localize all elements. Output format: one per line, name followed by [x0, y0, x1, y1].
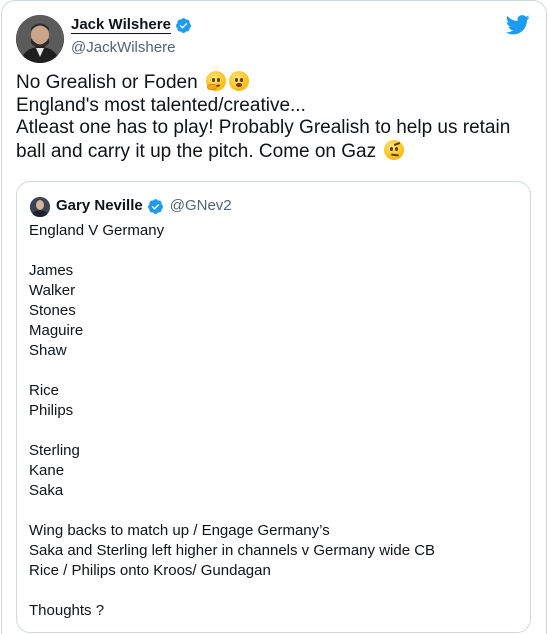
tweet-text-line: ball and carry it up the pitch. Come on … [16, 139, 536, 164]
thinking-face-emoji [205, 71, 226, 91]
embedded-tweet-card[interactable]: Jack Wilshere @JackWilshere No Grealish … [1, 0, 547, 634]
quoted-text-line: Wing backs to match up / Engage Germany’… [29, 522, 330, 539]
quoted-text-line: Stones [29, 302, 76, 319]
profile-photo [30, 197, 50, 217]
author-handle[interactable]: @JackWilshere [71, 39, 175, 56]
quoted-text-line: Rice [29, 382, 60, 399]
quoted-text-line: Rice / Philips onto Kroos/ Gundagan [29, 562, 271, 579]
tweet-text: No Grealish or Foden England's most tale… [16, 71, 536, 163]
quoted-tweet[interactable]: Gary Neville @GNev2 England V Germany Ja… [16, 181, 531, 633]
author-name[interactable]: Jack Wilshere [71, 17, 171, 34]
twitter-bird-icon[interactable] [506, 15, 530, 35]
quoted-text-line: Philips [29, 402, 74, 419]
quoted-text-line [29, 501, 519, 521]
quoted-text-line: Thoughts ? [29, 602, 105, 619]
quoted-tweet-header: Gary Neville @GNev2 [56, 197, 232, 215]
quoted-text-line: Kane [29, 462, 65, 479]
raised-eyebrow-emoji [384, 139, 405, 160]
verified-badge-icon [147, 198, 163, 214]
tweet-text-line: England's most talented/creative... [16, 94, 306, 116]
quoted-text-line: Saka and Sterling left higher in channel… [29, 542, 436, 559]
quoted-tweet-text: England V Germany James Walker Stones Ma… [29, 221, 519, 621]
quoted-text-line: Sterling [29, 442, 80, 459]
quoted-text-line: Saka [29, 482, 64, 499]
tweet-text-line: Atleast one has to play! Probably Greali… [16, 117, 511, 138]
author-name-row: Jack Wilshere [71, 17, 192, 34]
quoted-text-line: Shaw [29, 342, 67, 359]
profile-photo [16, 15, 64, 63]
quoted-text-line: Walker [29, 282, 76, 299]
quoted-text-line [29, 361, 519, 381]
quoted-text-line: James [29, 262, 74, 279]
quoted-text-line [29, 581, 519, 601]
quoted-text-line [29, 241, 519, 261]
tweet-text-line: No Grealish or Foden [16, 71, 536, 95]
quoted-author-avatar [30, 197, 50, 217]
quoted-author-name: Gary Neville [56, 197, 143, 214]
verified-badge-icon [175, 18, 191, 33]
quoted-author-handle: @GNev2 [169, 197, 232, 214]
quoted-text-line: Maguire [29, 322, 84, 339]
quoted-text-line: England V Germany [29, 222, 165, 239]
author-avatar[interactable] [16, 15, 64, 63]
quoted-text-line [29, 421, 519, 441]
astonished-face-emoji [228, 71, 249, 91]
